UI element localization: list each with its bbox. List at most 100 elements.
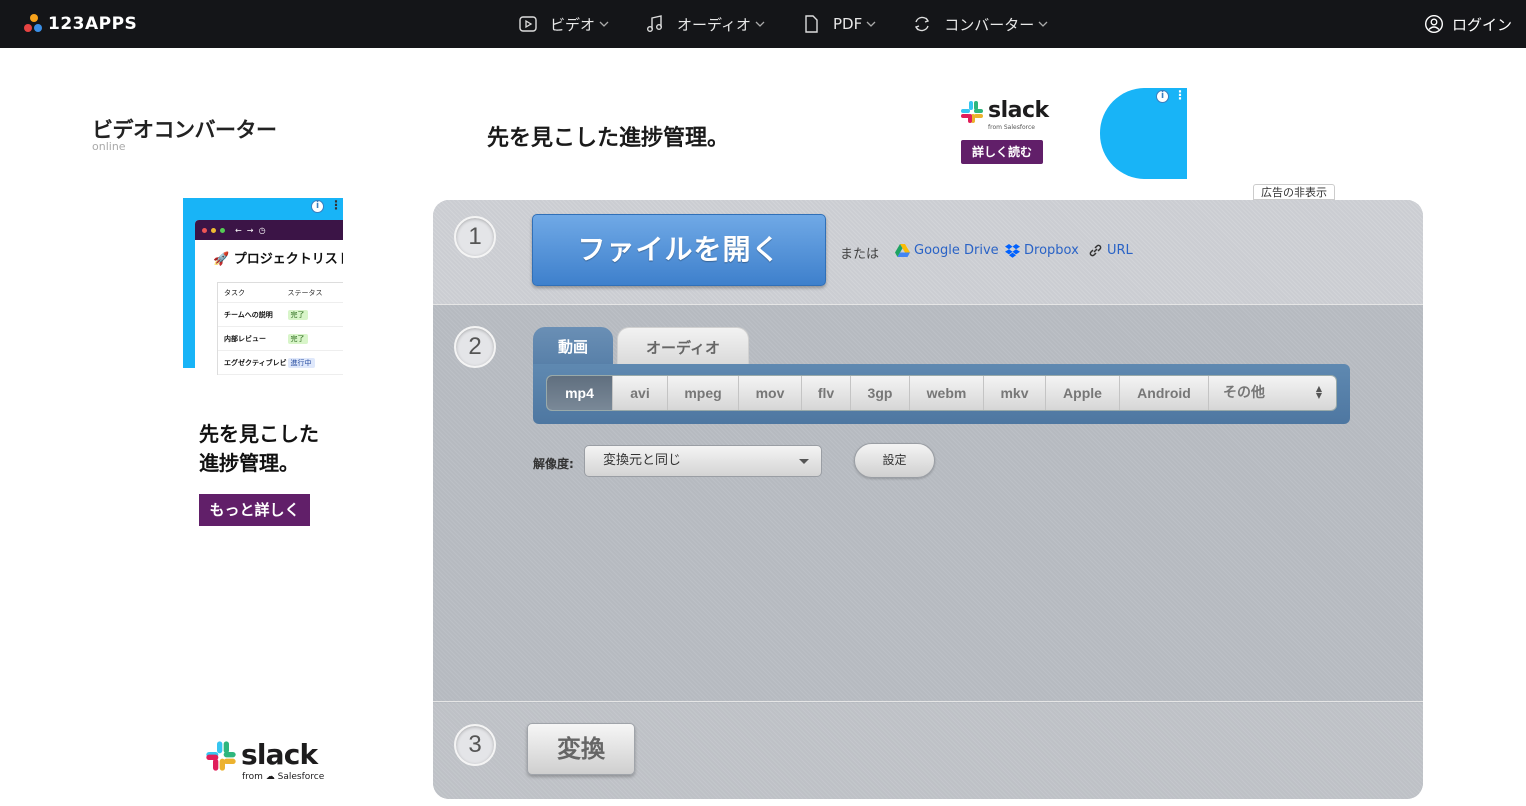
resolution-value: 変換元と同じ xyxy=(603,453,682,468)
chevron-down-icon xyxy=(599,21,609,27)
google-drive-icon xyxy=(895,244,910,257)
ad-brand-name: slack xyxy=(241,738,318,771)
ad-slack-logo[interactable]: slack from Salesforce xyxy=(960,98,1050,138)
ad-side-headline-line1: 先を見こした xyxy=(199,422,319,446)
dropbox-icon xyxy=(1005,243,1020,258)
format-option-apple[interactable]: Apple xyxy=(1046,376,1120,410)
logo-icon xyxy=(22,13,44,35)
settings-button[interactable]: 設定 xyxy=(854,443,935,478)
format-option-avi[interactable]: avi xyxy=(613,376,668,410)
user-icon xyxy=(1424,14,1443,34)
ad-menu-icon[interactable]: ⋮ xyxy=(1174,88,1186,102)
up-down-arrows-icon: ▲ ▼ xyxy=(1315,384,1322,400)
nav-label-converter: コンバーター xyxy=(944,15,1035,34)
step-3-section: 3 変換 xyxy=(433,703,1423,799)
dropbox-link[interactable]: Dropbox xyxy=(1005,243,1079,258)
status-badge: 完了 xyxy=(287,309,308,320)
hide-ads-link[interactable]: 広告の非表示 xyxy=(1253,184,1335,200)
music-icon xyxy=(647,15,663,32)
nav-label-video: ビデオ xyxy=(550,15,596,34)
ad-side-headline: 先を見こした 進捗管理。 xyxy=(199,420,319,478)
google-drive-label: Google Drive xyxy=(914,243,999,258)
nav-item-audio[interactable]: オーディオ xyxy=(645,0,765,48)
logo-text: 123APPS xyxy=(48,14,138,34)
dropbox-label: Dropbox xyxy=(1024,243,1079,258)
format-option-mkv[interactable]: mkv xyxy=(984,376,1046,410)
table-row: エグゼクティブレビ 進行中 xyxy=(218,351,343,375)
ad-banner-headline[interactable]: 先を見こした進捗管理。 xyxy=(487,120,729,152)
resolution-label: 解像度: xyxy=(533,457,574,471)
table-header-row: タスク ステータス xyxy=(218,283,343,303)
format-option-android[interactable]: Android xyxy=(1120,376,1209,410)
nav-item-video[interactable]: ビデオ xyxy=(518,0,609,48)
top-navbar: 123APPS ビデオ オーディオ PDF コンバーター ログイン xyxy=(0,0,1526,48)
format-option-mpeg[interactable]: mpeg xyxy=(668,376,739,410)
sidebar-ad[interactable]: i ⋮ ← → ◷ 🚀 プロジェクトリスト タスク ステータス チームへの説明 … xyxy=(183,198,343,798)
ad-window-mockup: ← → ◷ 🚀 プロジェクトリスト タスク ステータス チームへの説明 完了 内… xyxy=(195,220,343,385)
ad-project-title: 🚀 プロジェクトリスト xyxy=(213,252,343,267)
format-option-mov[interactable]: mov xyxy=(739,376,802,410)
convert-button[interactable]: 変換 xyxy=(527,723,635,775)
login-label: ログイン xyxy=(1451,15,1512,34)
url-link[interactable]: URL xyxy=(1088,243,1133,258)
status-badge: 完了 xyxy=(287,333,308,344)
ad-menu-icon[interactable]: ⋮ xyxy=(330,198,342,212)
format-option-flv[interactable]: flv xyxy=(802,376,851,410)
chevron-down-icon xyxy=(755,21,765,27)
page-subtitle: online xyxy=(92,140,126,153)
open-file-button[interactable]: ファイルを開く xyxy=(532,214,826,286)
ad-info-icon[interactable]: i xyxy=(1156,90,1169,103)
converter-panel: 1 ファイルを開く または Google Drive Dropbox URL 2… xyxy=(433,200,1423,799)
table-header: タスク xyxy=(224,288,245,297)
format-option-mp4[interactable]: mp4 xyxy=(547,376,613,410)
format-other-label: その他 xyxy=(1223,385,1265,401)
format-option-3gp[interactable]: 3gp xyxy=(851,376,910,410)
ad-brand-sub: from Salesforce xyxy=(988,124,1035,131)
slack-logo-icon xyxy=(206,741,236,771)
nav-item-pdf[interactable]: PDF xyxy=(801,0,876,48)
format-bar: mp4 avi mpeg mov flv 3gp webm mkv Apple … xyxy=(533,364,1350,424)
table-header: ステータス xyxy=(287,288,323,297)
ad-info-icon[interactable]: i xyxy=(311,200,324,213)
nav-label-audio: オーディオ xyxy=(677,15,751,34)
resolution-select[interactable]: 変換元と同じ xyxy=(584,445,822,477)
slack-logo-icon xyxy=(961,101,983,123)
logo[interactable]: 123APPS xyxy=(22,12,137,36)
main-nav: ビデオ オーディオ PDF コンバーター xyxy=(518,0,1084,48)
or-label: または xyxy=(840,247,880,262)
tab-video[interactable]: 動画 xyxy=(533,327,613,367)
status-badge: 進行中 xyxy=(287,357,315,368)
file-icon xyxy=(805,15,818,33)
ad-learn-more-button[interactable]: もっと詳しく xyxy=(199,494,310,526)
chevron-down-icon xyxy=(1038,21,1048,27)
nav-label-pdf: PDF xyxy=(832,15,863,33)
login-button[interactable]: ログイン xyxy=(1424,0,1512,48)
google-drive-link[interactable]: Google Drive xyxy=(895,243,999,258)
chevron-down-icon xyxy=(866,21,876,27)
tab-audio[interactable]: オーディオ xyxy=(617,327,749,367)
caret-down-icon xyxy=(799,459,809,464)
format-option-webm[interactable]: webm xyxy=(910,376,984,410)
ad-read-more-button[interactable]: 詳しく読む xyxy=(961,140,1043,164)
ad-brand-sub: from ☁ Salesforce xyxy=(242,772,325,782)
format-list: mp4 avi mpeg mov flv 3gp webm mkv Apple … xyxy=(546,375,1337,411)
ad-image[interactable]: i ⋮ xyxy=(1100,88,1187,179)
step-number: 3 xyxy=(454,724,496,766)
table-row: 内部レビュー 完了 xyxy=(218,327,343,351)
table-row: チームへの説明 完了 xyxy=(218,303,343,327)
step-number: 1 xyxy=(454,216,496,258)
ad-window-bar: ← → ◷ xyxy=(195,220,343,240)
step-1-section: 1 ファイルを開く または Google Drive Dropbox URL xyxy=(433,200,1423,305)
link-icon xyxy=(1089,244,1102,257)
table-cell: チームへの説明 xyxy=(224,310,273,319)
url-label: URL xyxy=(1107,243,1133,258)
step-2-section: 2 動画 オーディオ mp4 avi mpeg mov flv 3gp webm… xyxy=(433,306,1423,702)
nav-item-converter[interactable]: コンバーター xyxy=(912,0,1048,48)
ad-task-table: タスク ステータス チームへの説明 完了 内部レビュー 完了 エグゼクティブレビ… xyxy=(217,282,343,375)
convert-icon xyxy=(915,16,930,32)
ad-side-headline-line2: 進捗管理。 xyxy=(199,451,299,475)
table-cell: エグゼクティブレビ xyxy=(224,358,287,367)
format-other-dropdown[interactable]: その他 ▲ ▼ xyxy=(1209,376,1336,410)
table-cell: 内部レビュー xyxy=(224,334,266,343)
video-icon xyxy=(519,16,537,32)
